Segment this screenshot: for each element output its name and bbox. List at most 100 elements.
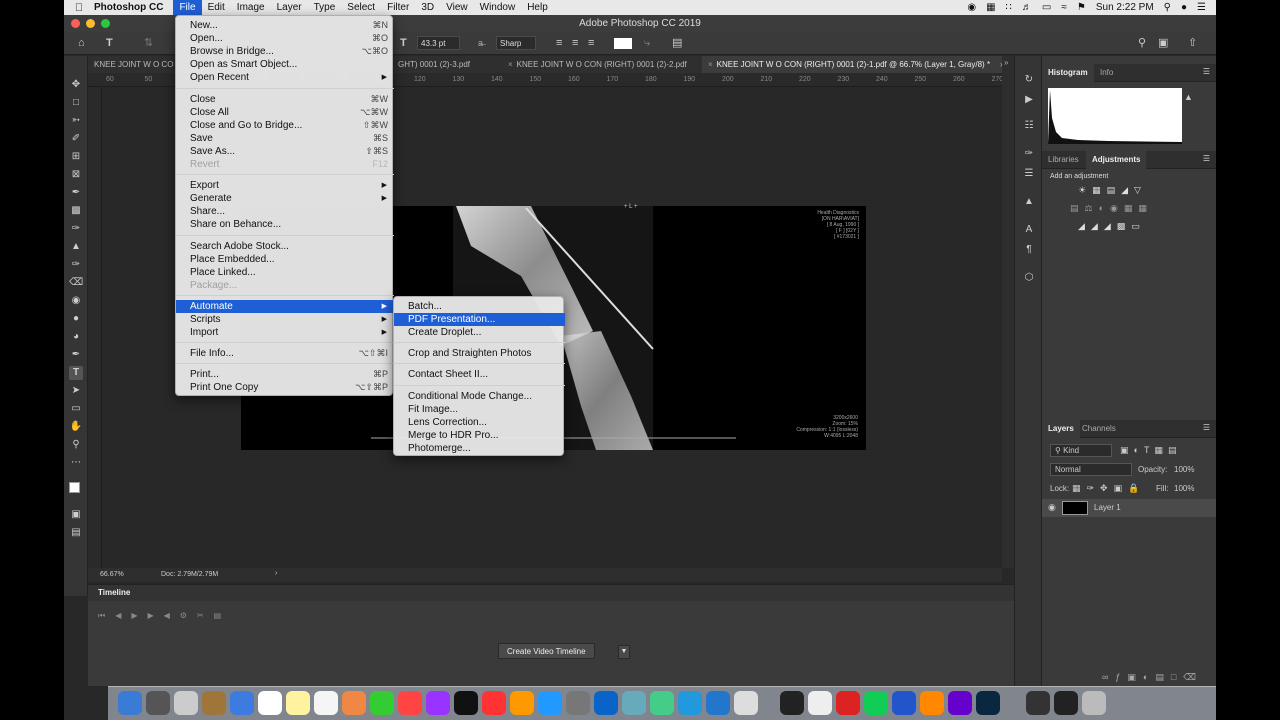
- bluetooth-icon[interactable]: ∷: [1006, 2, 1012, 13]
- spotlight-icon[interactable]: ⚲: [1164, 2, 1171, 13]
- eraser-tool-icon[interactable]: ⌫: [69, 276, 83, 290]
- menu-image[interactable]: Image: [231, 0, 271, 15]
- brush-panel-icon[interactable]: ✑: [1023, 148, 1035, 160]
- menu-item-pdf-presentation[interactable]: PDF Presentation...: [394, 313, 565, 327]
- tab-doc-1[interactable]: × KNEE JOINT W O CON (RIGHT) 0001 (2)-1.p…: [702, 56, 1012, 73]
- orient-text-icon[interactable]: ⇅: [144, 36, 153, 50]
- warning-icon[interactable]: ▲: [1184, 92, 1193, 102]
- antialias-dropdown[interactable]: Sharp: [496, 36, 537, 50]
- panel-menu-icon[interactable]: ☰: [1203, 67, 1210, 76]
- status-menu-icon[interactable]: ›: [275, 570, 277, 577]
- apple-icon[interactable]: : [64, 2, 94, 14]
- word-icon[interactable]: [892, 691, 916, 715]
- menu-item-automate[interactable]: Automate ▶: [176, 299, 394, 313]
- fill-value[interactable]: 100%: [1174, 484, 1194, 493]
- crop-tool-icon[interactable]: ⊞: [69, 150, 83, 164]
- launchpad-icon[interactable]: [174, 691, 198, 715]
- messages-icon[interactable]: [370, 691, 394, 715]
- close-tab-icon[interactable]: ×: [708, 60, 713, 69]
- adjustment-icons-row-1[interactable]: ☀▦▤◢▽: [1078, 185, 1147, 196]
- menu-select[interactable]: Select: [341, 0, 381, 15]
- font-size-dropdown[interactable]: 43.3 pt: [417, 36, 461, 50]
- layers-footer-icons[interactable]: ∞ƒ▣◐▤□⌫: [1102, 672, 1203, 683]
- dodge-tool-icon[interactable]: ◕: [69, 330, 83, 344]
- chevron-down-icon[interactable]: ▼: [618, 645, 630, 659]
- menu-item-share[interactable]: Share...: [176, 205, 394, 218]
- menu-item-photomerge[interactable]: Photomerge...: [394, 442, 565, 455]
- zoom-level[interactable]: 66.67%: [100, 571, 124, 578]
- brush-tool-icon[interactable]: ✑: [69, 222, 83, 236]
- contacts-icon[interactable]: [202, 691, 226, 715]
- menu-item-conditional-mode-change[interactable]: Conditional Mode Change...: [394, 390, 565, 403]
- blend-mode-dropdown[interactable]: Normal: [1050, 463, 1132, 476]
- menu-item-open-as-smart-object[interactable]: Open as Smart Object...: [176, 58, 394, 71]
- tv-icon[interactable]: [454, 691, 478, 715]
- clone-source-icon[interactable]: ▲: [1023, 196, 1035, 208]
- menu-item-close-and-go-to-bridge[interactable]: Close and Go to Bridge... ⇧⌘W: [176, 119, 394, 132]
- reminders-icon[interactable]: [314, 691, 338, 715]
- close-window-icon[interactable]: [71, 19, 80, 28]
- mail-icon[interactable]: [230, 691, 254, 715]
- zoom-window-icon[interactable]: [101, 19, 110, 28]
- tab-doc-2[interactable]: × KNEE JOINT W O CON (RIGHT) 0001 (2)-2.p…: [502, 56, 702, 73]
- slack-icon[interactable]: [808, 691, 832, 715]
- visibility-icon[interactable]: ◉: [1048, 502, 1056, 513]
- app-store-icon[interactable]: [538, 691, 562, 715]
- menu-item-batch[interactable]: Batch...: [394, 300, 565, 313]
- outlook-icon[interactable]: [594, 691, 618, 715]
- calendar-icon[interactable]: [258, 691, 282, 715]
- lock-icons[interactable]: ▦✑✥▣🔒: [1072, 483, 1145, 494]
- character-icon[interactable]: A: [1023, 224, 1035, 236]
- layer-filter-dropdown[interactable]: ⚲ Kind: [1050, 444, 1112, 457]
- properties-panel-icon[interactable]: ☷: [1023, 120, 1035, 132]
- warp-text-icon[interactable]: ⤷: [644, 36, 650, 50]
- tab-histogram[interactable]: Histogram: [1042, 64, 1094, 82]
- grid-icon[interactable]: ▦: [986, 2, 995, 13]
- tab-info[interactable]: Info: [1094, 64, 1119, 82]
- close-tab-icon[interactable]: ×: [508, 60, 513, 69]
- menu-item-fit-image[interactable]: Fit Image...: [394, 403, 565, 416]
- menu-item-generate[interactable]: Generate ▶: [176, 192, 394, 205]
- system-preferences-icon[interactable]: [566, 691, 590, 715]
- terminal-icon[interactable]: [1026, 691, 1050, 715]
- volume-icon[interactable]: ♬: [1022, 2, 1032, 13]
- menu-item-save[interactable]: Save ⌘S: [176, 132, 394, 145]
- window-preview-icon[interactable]: [1054, 691, 1078, 715]
- minimize-window-icon[interactable]: [86, 19, 95, 28]
- menu-item-save-as[interactable]: Save As... ⇧⌘S: [176, 145, 394, 158]
- healing-tool-icon[interactable]: ▩: [69, 204, 83, 218]
- pen-tool-icon[interactable]: ✒: [69, 348, 83, 362]
- marquee-tool-icon[interactable]: □: [69, 96, 83, 110]
- photoshop-icon[interactable]: [976, 691, 1000, 715]
- panel-menu-icon[interactable]: ☰: [1203, 154, 1210, 163]
- app-name[interactable]: Photoshop CC: [94, 2, 163, 13]
- blur-tool-icon[interactable]: ●: [69, 312, 83, 326]
- create-video-timeline-button[interactable]: Create Video Timeline: [498, 643, 595, 659]
- menu-type[interactable]: Type: [308, 0, 342, 15]
- align-right-icon[interactable]: ≡: [588, 36, 594, 50]
- layer-row[interactable]: ◉ Layer 1: [1042, 499, 1216, 517]
- layer-filter-icons[interactable]: ▣◐T▦▤: [1120, 445, 1181, 456]
- flag-icon[interactable]: ⚑: [1077, 2, 1086, 13]
- brush-settings-icon[interactable]: ☰: [1023, 168, 1035, 180]
- tab-adjustments[interactable]: Adjustments: [1086, 151, 1147, 169]
- menu-item-new[interactable]: New... ⌘N: [176, 19, 394, 32]
- menu-item-place-embedded[interactable]: Place Embedded...: [176, 253, 394, 266]
- preview-icon[interactable]: [734, 691, 758, 715]
- illustrator-icon[interactable]: [920, 691, 944, 715]
- music-icon[interactable]: [398, 691, 422, 715]
- home-icon[interactable]: ⌂: [78, 36, 85, 50]
- panel-menu-icon[interactable]: ☰: [1203, 423, 1210, 432]
- menu-item-contact-sheet-ii[interactable]: Contact Sheet II...: [394, 368, 565, 381]
- chrome-icon[interactable]: [650, 691, 674, 715]
- cloud-icon[interactable]: [622, 691, 646, 715]
- opacity-value[interactable]: 100%: [1174, 465, 1194, 474]
- menu-item-place-linked[interactable]: Place Linked...: [176, 266, 394, 279]
- move-tool-icon[interactable]: ✥: [69, 78, 83, 92]
- menu-item-import[interactable]: Import ▶: [176, 326, 394, 339]
- menu-filter[interactable]: Filter: [381, 0, 415, 15]
- acrobat-icon[interactable]: [836, 691, 860, 715]
- clone-stamp-tool-icon[interactable]: ▲: [69, 240, 83, 254]
- paint-bucket-tool-icon[interactable]: ◉: [69, 294, 83, 308]
- menu-item-print-one-copy[interactable]: Print One Copy ⌥⇧⌘P: [176, 381, 394, 394]
